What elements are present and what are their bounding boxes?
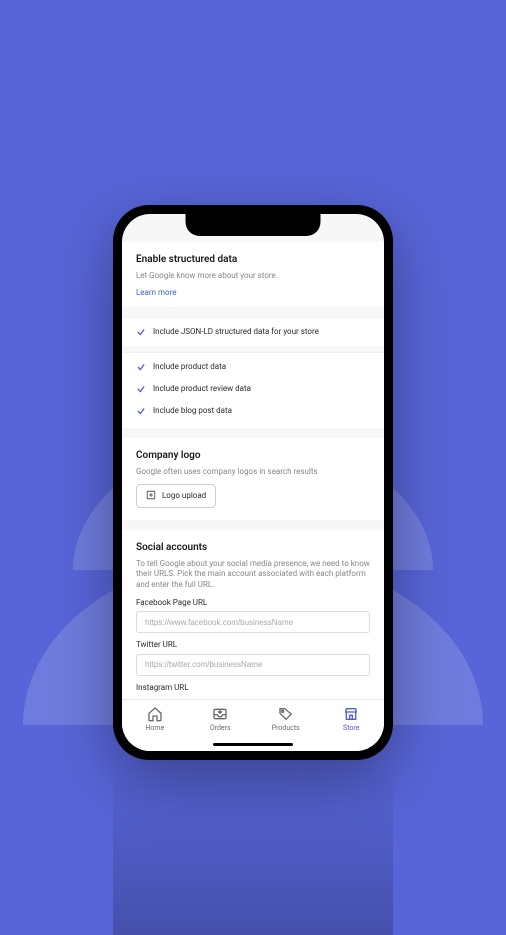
checkmark-icon (136, 384, 146, 394)
checkbox-label: Include JSON-LD structured data for your… (153, 327, 319, 336)
screen: Enable structured data Let Google know m… (122, 214, 384, 751)
checkbox-label: Include product data (153, 362, 226, 371)
home-icon (147, 706, 163, 722)
tab-orders[interactable]: Orders (194, 706, 246, 732)
checkmark-icon (136, 406, 146, 416)
twitter-label: Twitter URL (136, 640, 370, 649)
twitter-url-input[interactable] (136, 654, 370, 676)
facebook-label: Facebook Page URL (136, 598, 370, 607)
upload-icon (146, 490, 156, 502)
store-icon (343, 706, 359, 722)
tab-store[interactable]: Store (325, 706, 377, 732)
tab-products[interactable]: Products (260, 706, 312, 732)
tab-home[interactable]: Home (129, 706, 181, 732)
home-indicator (213, 743, 293, 746)
social-accounts-section: Social accounts To tell Google about you… (122, 530, 384, 699)
checkbox-include-jsonld[interactable]: Include JSON-LD structured data for your… (122, 317, 384, 346)
checkmark-icon (136, 362, 146, 372)
section-desc: Google often uses company logos in searc… (136, 467, 370, 478)
checkbox-label: Include blog post data (153, 406, 232, 415)
upload-label: Logo upload (162, 491, 206, 500)
section-title: Social accounts (136, 542, 370, 553)
scroll-content[interactable]: Enable structured data Let Google know m… (122, 214, 384, 699)
checkmark-icon (136, 327, 146, 337)
inbox-icon (212, 706, 228, 722)
company-logo-section: Company logo Google often uses company l… (122, 438, 384, 520)
section-title: Enable structured data (136, 254, 370, 265)
checkbox-blog-data[interactable]: Include blog post data (122, 403, 384, 428)
checkbox-product-data[interactable]: Include product data (122, 352, 384, 381)
structured-data-section: Enable structured data Let Google know m… (122, 242, 384, 307)
tab-label: Home (145, 724, 164, 732)
logo-upload-button[interactable]: Logo upload (136, 484, 216, 508)
checkbox-label: Include product review data (153, 384, 251, 393)
section-desc: To tell Google about your social media p… (136, 559, 370, 591)
phone-reflection (113, 755, 393, 935)
section-title: Company logo (136, 450, 370, 461)
section-desc: Let Google know more about your store. (136, 271, 370, 282)
learn-more-link[interactable]: Learn more (136, 288, 370, 297)
tab-label: Products (272, 724, 300, 732)
tag-icon (278, 706, 294, 722)
tab-label: Orders (210, 724, 231, 732)
notch (186, 214, 321, 236)
facebook-url-input[interactable] (136, 611, 370, 633)
instagram-label: Instagram URL (136, 683, 370, 692)
tab-label: Store (343, 724, 359, 732)
phone-frame: Enable structured data Let Google know m… (113, 205, 393, 760)
checkbox-review-data[interactable]: Include product review data (122, 381, 384, 403)
